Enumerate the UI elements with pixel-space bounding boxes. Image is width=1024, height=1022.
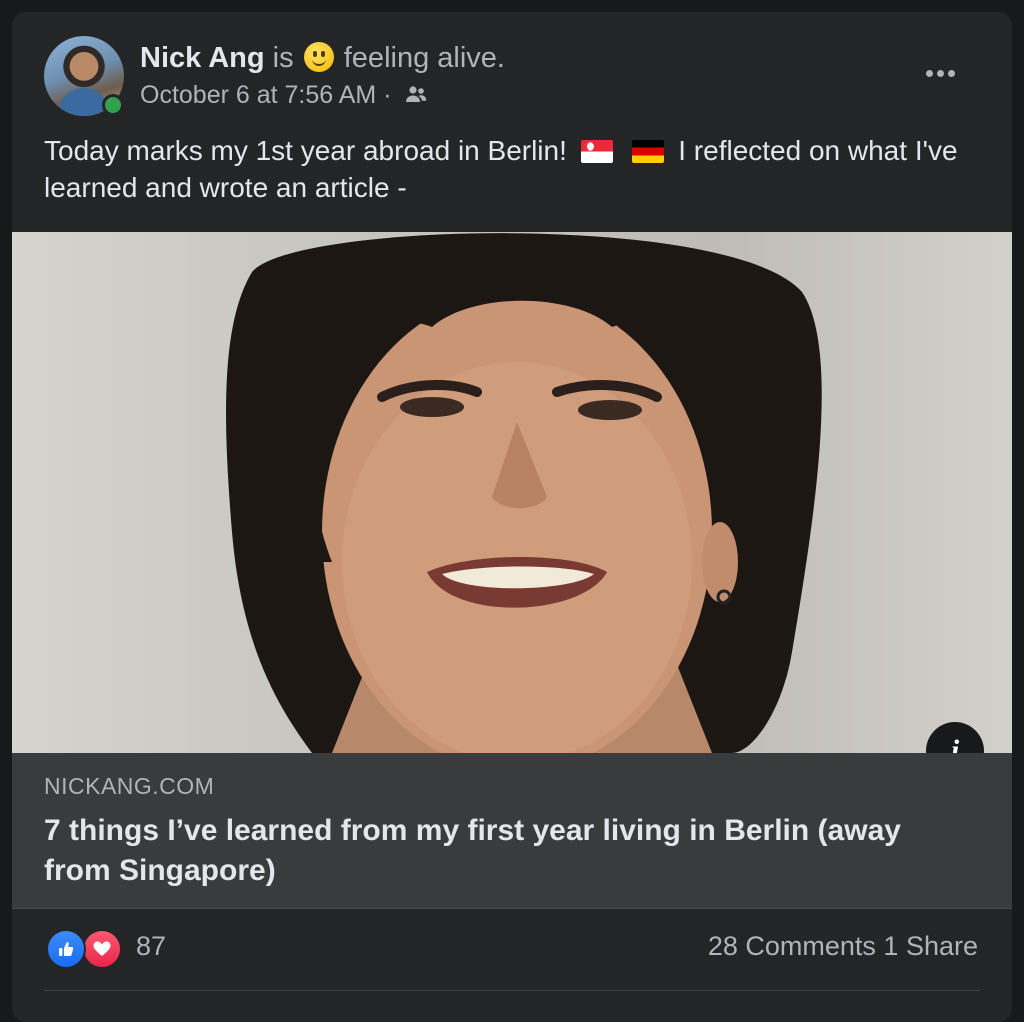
dot-icon [947, 69, 955, 77]
portrait-illustration [226, 233, 822, 753]
online-status-dot [102, 94, 124, 116]
post-footer: 87 28 Comments 1 Share [12, 909, 1012, 999]
more-options-button[interactable] [920, 58, 960, 88]
germany-flag-icon [632, 140, 665, 163]
link-preview-image[interactable] [12, 232, 1012, 753]
post-header: Nick Ang is feeling alive. October 6 at … [44, 36, 992, 116]
reaction-count[interactable]: 87 [136, 931, 166, 962]
engagement-stats: 28 Comments 1 Share [708, 931, 978, 962]
feeling-text: feeling alive. [343, 42, 505, 74]
comments-count[interactable]: 28 Comments [708, 931, 876, 961]
author-name[interactable]: Nick Ang [140, 42, 265, 74]
feeling-prefix: is [272, 42, 294, 74]
link-domain: NICKANG.COM [44, 773, 215, 799]
footer-divider [44, 990, 980, 991]
like-icon [46, 929, 86, 969]
post-meta: October 6 at 7:56 AM · [140, 80, 428, 112]
post-card: Nick Ang is feeling alive. October 6 at … [12, 12, 1012, 1022]
link-title[interactable]: 7 things I’ve learned from my first year… [44, 811, 944, 891]
friends-icon[interactable] [404, 82, 428, 112]
post-text: Today marks my 1st year abroad in Berlin… [44, 132, 984, 206]
love-icon [82, 929, 122, 969]
meta-separator: · [383, 81, 392, 109]
dot-icon [936, 69, 944, 77]
link-preview-box[interactable]: NICKANG.COM 7 things I’ve learned from m… [12, 753, 1012, 909]
singapore-flag-icon [580, 140, 613, 163]
post-timestamp[interactable]: October 6 at 7:56 AM [140, 81, 376, 109]
author-line: Nick Ang is feeling alive. [140, 40, 505, 76]
dot-icon [925, 69, 933, 77]
post-text-part1: Today marks my 1st year abroad in Berlin… [44, 135, 567, 166]
shares-count[interactable]: 1 Share [883, 931, 978, 961]
smiley-icon [303, 42, 334, 72]
